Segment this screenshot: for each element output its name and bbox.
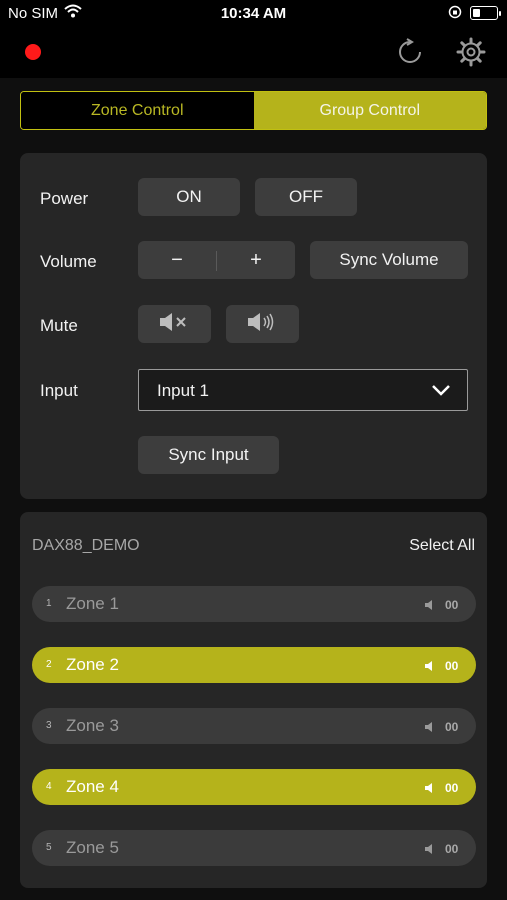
volume-label: Volume (40, 252, 97, 271)
battery-icon (470, 6, 501, 20)
control-mode-segment: Zone Control Group Control (20, 91, 487, 130)
power-on-button[interactable]: ON (138, 178, 240, 216)
speaker-volume-icon (245, 311, 281, 338)
zone-name: Zone 5 (66, 838, 119, 857)
clock: 10:34 AM (220, 5, 287, 22)
zone-number: 4 (46, 781, 52, 792)
chevron-down-icon (431, 383, 451, 402)
zone-volume: 00 (445, 781, 459, 795)
tab-group-control[interactable]: Group Control (253, 92, 486, 129)
mute-on-button[interactable] (138, 305, 211, 343)
zone-name: Zone 4 (66, 777, 119, 796)
zone-name: Zone 2 (66, 655, 119, 674)
volume-up-button[interactable]: + (217, 241, 295, 279)
speaker-icon (424, 842, 436, 860)
status-bar: No SIM 10:34 AM (0, 0, 507, 28)
gear-icon[interactable] (456, 37, 486, 72)
zone-name: Zone 3 (66, 716, 119, 735)
battery-level (473, 9, 480, 17)
input-select-value: Input 1 (157, 381, 209, 400)
nav-bar (0, 28, 507, 78)
tab-zone-control[interactable]: Zone Control (21, 92, 254, 129)
mute-off-button[interactable] (226, 305, 299, 343)
zone-volume: 00 (445, 659, 459, 673)
mute-label: Mute (40, 316, 78, 335)
orientation-lock-icon (448, 5, 462, 23)
group-controls-panel: Power ON OFF Volume − + Sync Volume Mute… (20, 153, 487, 499)
sync-volume-button[interactable]: Sync Volume (310, 241, 468, 279)
zone-item[interactable]: 1 Zone 1 00 (32, 586, 476, 622)
zone-number: 2 (46, 659, 52, 670)
input-select[interactable]: Input 1 (138, 369, 468, 411)
zones-panel: DAX88_DEMO Select All 1 Zone 1 00 2 Zone… (20, 512, 487, 888)
refresh-icon[interactable] (396, 38, 424, 71)
record-indicator-icon (25, 44, 41, 60)
zone-volume: 00 (445, 720, 459, 734)
select-all-button[interactable]: Select All (409, 537, 475, 555)
zone-item[interactable]: 4 Zone 4 00 (32, 769, 476, 805)
power-label: Power (40, 189, 89, 208)
zone-number: 3 (46, 720, 52, 731)
speaker-icon (424, 781, 436, 799)
zone-number: 1 (46, 598, 52, 609)
sync-input-button[interactable]: Sync Input (138, 436, 279, 474)
zone-item[interactable]: 2 Zone 2 00 (32, 647, 476, 683)
device-name: DAX88_DEMO (32, 537, 140, 554)
speaker-icon (424, 659, 436, 677)
speaker-icon (424, 598, 436, 616)
zone-volume: 00 (445, 842, 459, 856)
speaker-muted-icon (157, 311, 193, 338)
zone-item[interactable]: 5 Zone 5 00 (32, 830, 476, 866)
zone-number: 5 (46, 842, 52, 853)
volume-down-button[interactable]: − (138, 241, 216, 279)
zone-name: Zone 1 (66, 594, 119, 613)
zone-item[interactable]: 3 Zone 3 00 (32, 708, 476, 744)
zone-volume: 00 (445, 598, 459, 612)
power-off-button[interactable]: OFF (255, 178, 357, 216)
input-label: Input (40, 381, 78, 400)
speaker-icon (424, 720, 436, 738)
